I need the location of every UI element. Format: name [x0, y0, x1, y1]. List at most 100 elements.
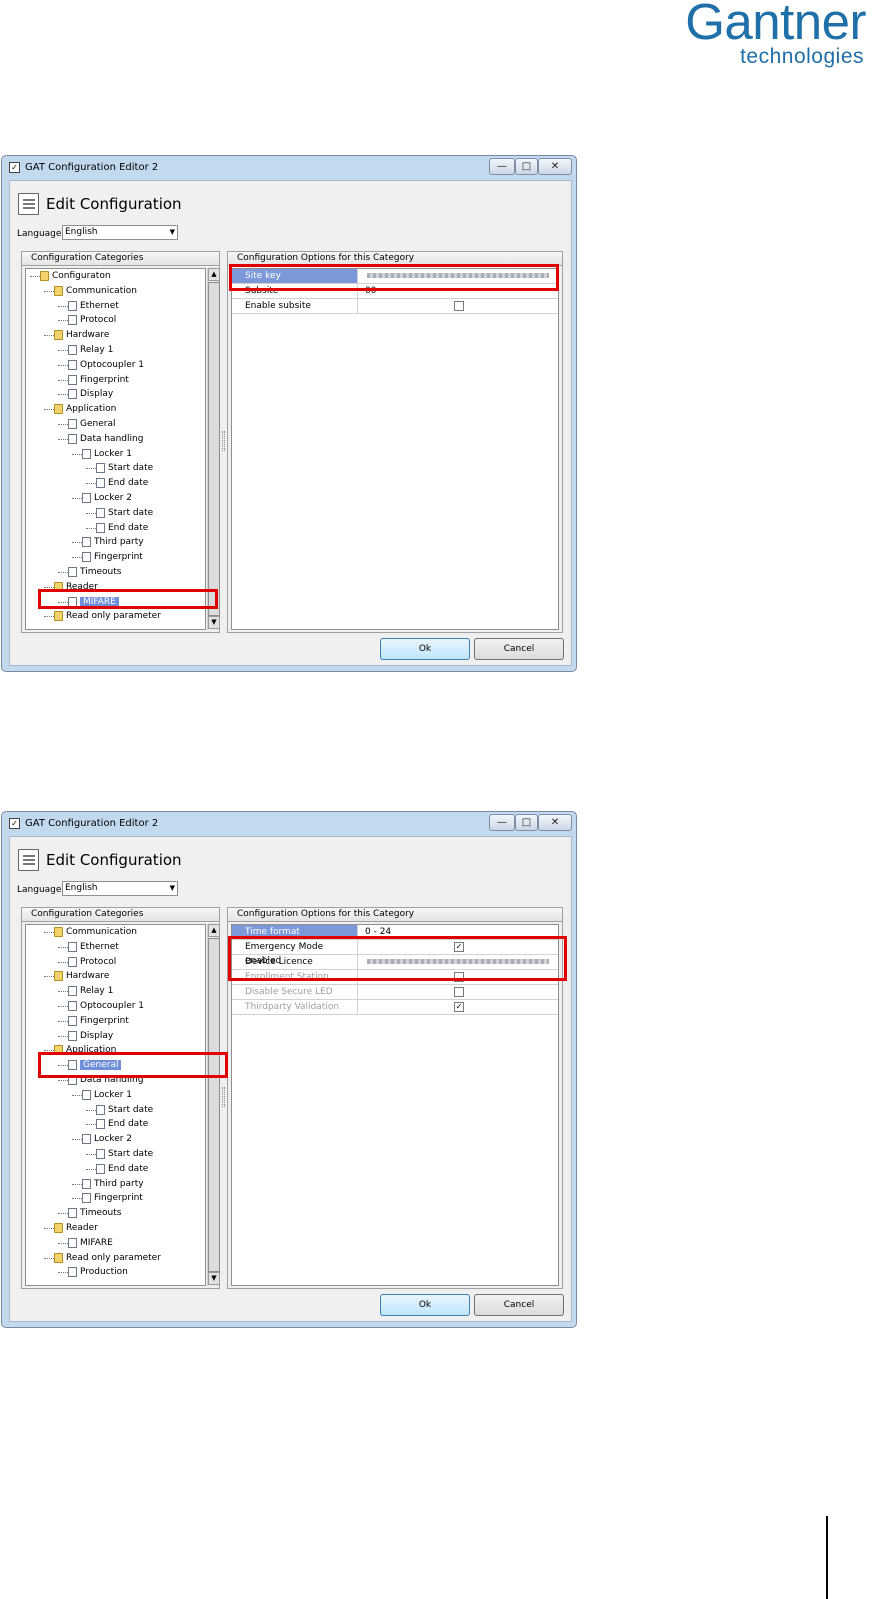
tree-item[interactable]: Start date	[86, 461, 153, 475]
cancel-button[interactable]: Cancel	[474, 638, 564, 660]
property-row[interactable]: Enable subsite	[232, 299, 558, 314]
tree-item[interactable]: Start date	[86, 1103, 153, 1117]
language-select[interactable]: English ▼	[62, 881, 178, 896]
tree-item[interactable]: Start date	[86, 506, 153, 520]
property-row[interactable]: Device Licence	[232, 955, 558, 970]
property-row[interactable]: Disable Secure LED	[232, 985, 558, 1000]
tree-item[interactable]: Relay 1	[58, 984, 113, 998]
tree-item[interactable]: MIFARE	[58, 595, 119, 609]
ok-button[interactable]: Ok	[380, 638, 470, 660]
tree-item[interactable]: Fingerprint	[58, 373, 129, 387]
tree-item[interactable]: Fingerprint	[58, 1014, 129, 1028]
property-row[interactable]: Site key	[232, 269, 558, 284]
tree-item[interactable]: Display	[58, 387, 113, 401]
tree-item[interactable]: Read only parameter	[44, 609, 161, 623]
tree-item[interactable]: Third party	[72, 1177, 144, 1191]
tree-item[interactable]: Ethernet	[58, 299, 119, 313]
cancel-button[interactable]: Cancel	[474, 1294, 564, 1316]
tree-item[interactable]: Fingerprint	[72, 1191, 143, 1205]
property-value[interactable]	[361, 985, 557, 999]
scroll-down-icon[interactable]: ▼	[208, 616, 220, 629]
property-value[interactable]: 00	[361, 284, 557, 298]
checkbox[interactable]: ✓	[454, 1002, 464, 1012]
tree-item[interactable]: Reader	[44, 1221, 98, 1235]
scroll-up-icon[interactable]: ▲	[208, 924, 220, 937]
tree-item[interactable]: Locker 2	[72, 491, 132, 505]
checkbox[interactable]	[454, 972, 464, 982]
tree-item[interactable]: Locker 2	[72, 1132, 132, 1146]
scrollbar-thumb[interactable]	[208, 282, 220, 616]
tree-item[interactable]: Display	[58, 1029, 113, 1043]
checkbox[interactable]	[454, 301, 464, 311]
tree-item[interactable]: General	[58, 1058, 122, 1072]
checkbox[interactable]	[454, 987, 464, 997]
property-row[interactable]: Enrollment Station	[232, 970, 558, 985]
tree-item[interactable]: Reader	[44, 580, 98, 594]
minimize-button[interactable]: —	[489, 814, 515, 831]
tree-item[interactable]: Relay 1	[58, 343, 113, 357]
close-button[interactable]: ✕	[538, 814, 572, 831]
tree-item[interactable]: End date	[86, 476, 148, 490]
ok-button[interactable]: Ok	[380, 1294, 470, 1316]
property-value[interactable]: ✓	[361, 1000, 557, 1014]
tree-item[interactable]: Production	[58, 1265, 128, 1279]
tree-item[interactable]: Communication	[44, 284, 137, 298]
splitter-handle[interactable]	[222, 1087, 225, 1107]
tree-item[interactable]: Configuraton	[30, 269, 111, 283]
property-value[interactable]	[361, 269, 557, 283]
tree-item[interactable]: Application	[44, 1043, 117, 1057]
tree-item[interactable]: Timeouts	[58, 565, 121, 579]
tree-item[interactable]: Ethernet	[58, 940, 119, 954]
tree-item[interactable]: Hardware	[44, 328, 109, 342]
scroll-down-icon[interactable]: ▼	[208, 1272, 220, 1285]
property-row[interactable]: Subsite 00	[232, 284, 558, 299]
property-value[interactable]: ✓	[361, 940, 557, 954]
close-button[interactable]: ✕	[538, 158, 572, 175]
tree-item[interactable]: Timeouts	[58, 1206, 121, 1220]
tree-item[interactable]: MIFARE	[58, 1236, 113, 1250]
tree-scrollbar[interactable]: ▲ ▼	[207, 268, 220, 630]
category-tree[interactable]: Configuraton Communication Ethernet Protoco…	[25, 268, 206, 630]
minimize-button[interactable]: —	[489, 158, 515, 175]
tree-item[interactable]: End date	[86, 521, 148, 535]
tree-item-label: Application	[66, 1045, 117, 1056]
tree-item[interactable]: Third party	[72, 535, 144, 549]
category-tree[interactable]: Communication Ethernet Protocol Hardware Rel…	[25, 924, 206, 1286]
tree-item[interactable]: Fingerprint	[72, 550, 143, 564]
tree-scrollbar[interactable]: ▲ ▼	[207, 924, 220, 1286]
checkbox[interactable]: ✓	[454, 942, 464, 952]
tree-item[interactable]: Communication	[44, 925, 137, 939]
tree-item[interactable]: End date	[86, 1117, 148, 1131]
title-bar[interactable]: ✓ GAT Configuration Editor 2 — □ ✕	[2, 812, 576, 836]
title-bar[interactable]: ✓ GAT Configuration Editor 2 — □ ✕	[2, 156, 576, 180]
tree-item[interactable]: End date	[86, 1162, 148, 1176]
property-row[interactable]: Time format 0 - 24	[232, 925, 558, 940]
property-value[interactable]	[361, 955, 557, 969]
tree-item[interactable]: Start date	[86, 1147, 153, 1161]
tree-item[interactable]: Data handling	[58, 432, 143, 446]
property-value[interactable]: 0 - 24	[361, 925, 557, 939]
scrollbar-thumb[interactable]	[208, 938, 220, 1272]
tree-connector	[58, 1080, 68, 1081]
maximize-button[interactable]: □	[515, 814, 538, 831]
property-value[interactable]	[361, 299, 557, 313]
tree-item[interactable]: Protocol	[58, 955, 116, 969]
language-select[interactable]: English ▼	[62, 225, 178, 240]
tree-item[interactable]: Data handling	[58, 1073, 143, 1087]
tree-item[interactable]: Hardware	[44, 969, 109, 983]
splitter-handle[interactable]	[222, 431, 225, 451]
tree-item[interactable]: Application	[44, 402, 116, 416]
maximize-button[interactable]: □	[515, 158, 538, 175]
tree-node: MIFARE	[68, 595, 119, 609]
tree-item[interactable]: Protocol	[58, 313, 116, 327]
property-row[interactable]: Thirdparty Validation ✓	[232, 1000, 558, 1015]
tree-item[interactable]: Locker 1	[72, 447, 132, 461]
tree-item[interactable]: Optocoupler 1	[58, 358, 144, 372]
tree-item[interactable]: Optocoupler 1	[58, 999, 144, 1013]
tree-item[interactable]: Locker 1	[72, 1088, 132, 1102]
tree-item[interactable]: Read only parameter	[44, 1251, 161, 1265]
property-row[interactable]: Emergency Mode enabled ✓	[232, 940, 558, 966]
property-value[interactable]	[361, 970, 557, 984]
tree-item[interactable]: General	[58, 417, 115, 431]
scroll-up-icon[interactable]: ▲	[208, 268, 220, 281]
